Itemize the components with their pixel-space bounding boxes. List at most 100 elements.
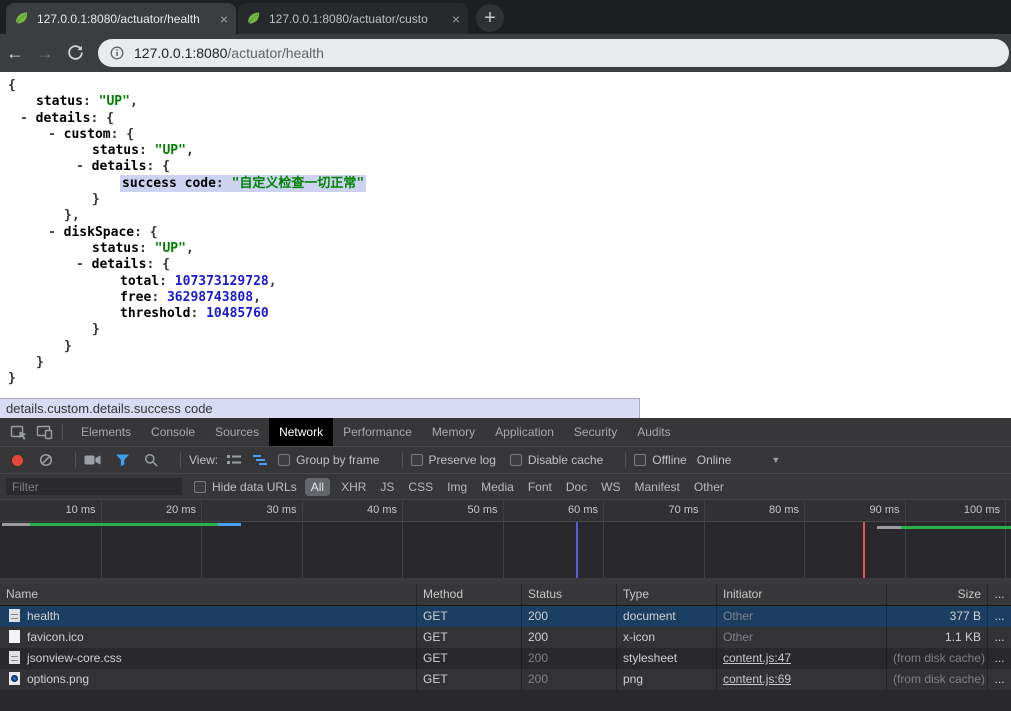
filter-type-xhr[interactable]: XHR (341, 480, 366, 494)
browser-tab-custom[interactable]: 127.0.0.1:8080/actuator/custo × (238, 3, 468, 34)
devtools-tab-sources[interactable]: Sources (205, 418, 269, 446)
filter-type-all[interactable]: All (305, 478, 330, 496)
filter-type-js[interactable]: JS (380, 480, 394, 494)
collapse-toggle[interactable]: - (76, 257, 92, 272)
back-button[interactable]: ← (0, 43, 30, 64)
json-number: 107373129728 (175, 274, 269, 289)
waterfall-view-icon[interactable] (252, 454, 268, 466)
column-header-type[interactable]: Type (617, 584, 717, 605)
column-header-size[interactable]: Size (887, 584, 988, 605)
request-name[interactable]: health (0, 606, 417, 627)
ruler-gridline (201, 500, 202, 521)
json-line: - diskSpace: { (0, 225, 1011, 241)
filter-funnel-icon[interactable] (115, 453, 130, 467)
filter-type-media[interactable]: Media (481, 480, 514, 494)
preserve-log-checkbox[interactable]: Preserve log (411, 453, 510, 467)
devtools-tab-application[interactable]: Application (485, 418, 564, 446)
url-host: 127.0.0.1:8080 (134, 45, 227, 61)
hide-data-urls-checkbox[interactable]: Hide data URLs (194, 480, 301, 494)
json-line: - details: { (0, 257, 1011, 273)
column-header-name[interactable]: Name (0, 584, 417, 605)
overview-gridline (101, 522, 102, 578)
collapse-toggle[interactable]: - (48, 225, 64, 240)
ruler-gridline (302, 500, 303, 521)
filter-type-css[interactable]: CSS (408, 480, 433, 494)
json-key: free (120, 290, 151, 305)
screenshot-capture-icon[interactable] (84, 454, 101, 466)
chevron-down-icon: ▼ (771, 455, 780, 465)
filter-input[interactable] (6, 478, 182, 495)
filter-type-img[interactable]: Img (447, 480, 467, 494)
offline-checkbox[interactable]: Offline (634, 453, 696, 467)
throttling-dropdown[interactable]: Online ▼ (697, 453, 781, 467)
json-punct: : { (90, 111, 113, 126)
network-request-row[interactable]: jsonview-core.cssGET200stylesheetcontent… (0, 648, 1011, 669)
request-name[interactable]: jsonview-core.css (0, 648, 417, 669)
blank-file-icon (9, 630, 20, 643)
request-overflow: ... (988, 627, 1011, 648)
inspect-element-icon[interactable] (10, 424, 28, 441)
clear-icon[interactable] (39, 453, 53, 467)
json-line: total: 107373129728, (0, 274, 1011, 290)
devtools-tab-performance[interactable]: Performance (333, 418, 422, 446)
network-request-row[interactable]: options.pngGET200pngcontent.js:69(from d… (0, 669, 1011, 690)
request-size: 1.1 KB (887, 627, 988, 648)
filter-type-font[interactable]: Font (528, 480, 552, 494)
devtools-tab-memory[interactable]: Memory (422, 418, 485, 446)
group-by-frame-checkbox[interactable]: Group by frame (278, 453, 393, 467)
page-info-icon[interactable] (110, 46, 124, 60)
column-header-method[interactable]: Method (417, 584, 522, 605)
devtools-tab-audits[interactable]: Audits (627, 418, 680, 446)
devtools-tab-network[interactable]: Network (269, 418, 333, 446)
refresh-button[interactable] (60, 41, 90, 66)
collapse-toggle[interactable]: - (20, 111, 36, 126)
ruler-tick-label: 30 ms (267, 504, 302, 516)
json-string: "自定义检查一切正常" (232, 176, 365, 191)
json-punct: : { (146, 257, 169, 272)
large-rows-view-icon[interactable] (226, 454, 242, 466)
devtools-tab-elements[interactable]: Elements (71, 418, 141, 446)
column-header-initiator[interactable]: Initiator (717, 584, 887, 605)
request-name[interactable]: options.png (0, 669, 417, 690)
filter-type-manifest[interactable]: Manifest (635, 480, 680, 494)
devtools-tab-console[interactable]: Console (141, 418, 205, 446)
disable-cache-checkbox[interactable]: Disable cache (510, 453, 617, 467)
forward-button[interactable]: → (30, 43, 60, 64)
collapse-toggle[interactable]: - (76, 159, 92, 174)
ruler-tick-label: 40 ms (367, 504, 402, 516)
request-status: 200 (522, 669, 617, 690)
json-key: details (92, 257, 147, 272)
column-header-overflow[interactable]: ... (988, 584, 1011, 605)
filter-type-other[interactable]: Other (694, 480, 724, 494)
request-initiator[interactable]: content.js:47 (717, 648, 887, 669)
checkbox-icon (278, 454, 290, 466)
json-line: } (0, 192, 1011, 208)
network-request-row[interactable]: healthGET200documentOther377 B... (0, 606, 1011, 627)
divider (402, 452, 403, 468)
json-punct: , (186, 241, 194, 256)
filter-type-ws[interactable]: WS (601, 480, 620, 494)
json-punct: : { (146, 159, 169, 174)
request-initiator[interactable]: content.js:69 (717, 669, 887, 690)
timeline-overview[interactable] (0, 522, 1011, 578)
search-icon[interactable] (144, 453, 158, 467)
network-request-row[interactable]: favicon.icoGET200x-iconOther1.1 KB... (0, 627, 1011, 648)
divider (180, 452, 181, 468)
browser-window: 127.0.0.1:8080/actuator/health × 127.0.0… (0, 0, 1011, 711)
collapse-toggle[interactable]: - (48, 127, 64, 142)
json-line: } (0, 355, 1011, 371)
device-toolbar-icon[interactable] (36, 424, 54, 441)
column-header-status[interactable]: Status (522, 584, 617, 605)
request-name[interactable]: favicon.ico (0, 627, 417, 648)
devtools-tab-security[interactable]: Security (564, 418, 627, 446)
new-tab-button[interactable]: + (476, 4, 504, 32)
divider (62, 424, 63, 440)
record-button[interactable] (12, 455, 23, 466)
tab-close-icon[interactable]: × (452, 11, 460, 27)
tab-close-icon[interactable]: × (220, 11, 228, 27)
devtools-tab-bar: ElementsConsoleSourcesNetworkPerformance… (0, 418, 1011, 447)
browser-tab-health[interactable]: 127.0.0.1:8080/actuator/health × (6, 3, 236, 34)
address-bar[interactable]: 127.0.0.1:8080/actuator/health (98, 39, 1009, 67)
json-punct: : (139, 241, 155, 256)
filter-type-doc[interactable]: Doc (566, 480, 587, 494)
